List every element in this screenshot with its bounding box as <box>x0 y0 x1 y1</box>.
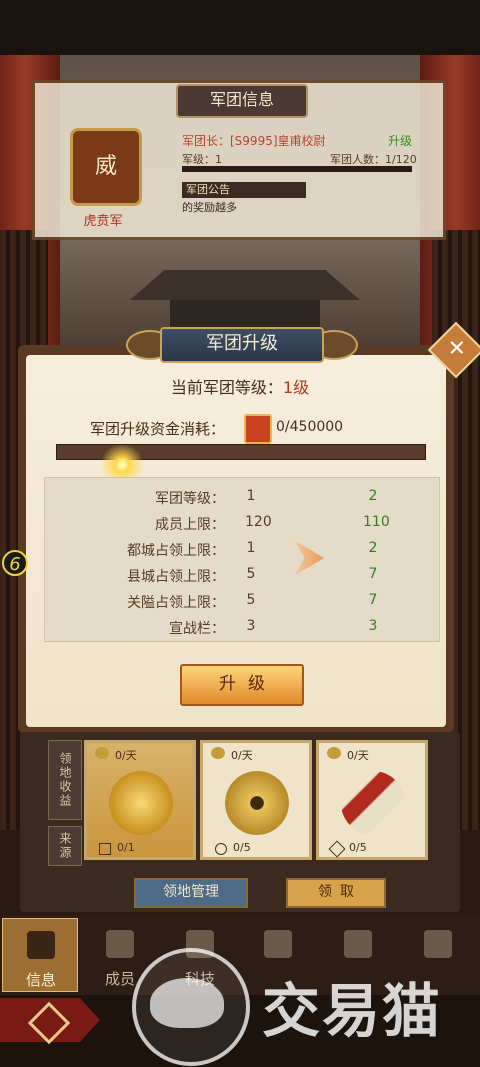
legion-upgrade-link[interactable]: 升级 <box>388 132 412 149</box>
upgrade-button[interactable]: 升级 <box>180 664 304 706</box>
stat-next: 2 <box>368 488 378 504</box>
rate-icon <box>327 747 341 759</box>
notice-tab[interactable]: 军团公告 <box>182 182 306 198</box>
legion-level-label: 军级：1 <box>182 153 222 166</box>
resource-count: 0/1 <box>117 841 135 854</box>
building-icon <box>264 930 292 958</box>
resource-card-coin[interactable]: 0/天 0/5 <box>200 740 312 860</box>
copper-coin-icon <box>225 771 289 835</box>
stat-current: 5 <box>246 566 256 582</box>
current-level-value: 1级 <box>282 378 310 397</box>
stat-next: 7 <box>368 566 378 582</box>
stat-row: 关隘占领上限： 5 7 <box>45 592 439 618</box>
stat-row: 宣战栏： 3 3 <box>45 618 439 644</box>
stat-name: 都城占领上限： <box>127 543 225 559</box>
circle-icon <box>215 843 227 855</box>
cost-value: 0/450000 <box>276 419 344 435</box>
notice-text: 的奖励越多 <box>182 201 237 214</box>
current-level-label: 当前军团等级： <box>170 378 283 397</box>
tab-territory-income[interactable]: 领地收益 <box>48 740 82 820</box>
helmet-icon <box>344 930 372 958</box>
legion-exp-bar <box>182 166 412 172</box>
side-badge[interactable]: 6 <box>2 550 28 576</box>
resource-card-horn[interactable]: 0/天 0/5 <box>316 740 428 860</box>
legion-leader: 军团长：[S9995]皇甫校尉 <box>182 134 326 148</box>
stat-row: 成员上限： 120 110 <box>45 514 439 540</box>
legion-members-label: 军团人数：1/120 <box>330 153 417 166</box>
stat-next: 110 <box>363 514 390 530</box>
resource-card-gold[interactable]: 0/天 0/1 <box>84 740 196 860</box>
close-icon: ✕ <box>447 336 466 362</box>
stat-current: 1 <box>246 488 256 504</box>
members-icon <box>106 930 134 958</box>
fund-scroll-icon <box>244 414 272 444</box>
cost-label: 军团升级资金消耗： <box>90 420 226 438</box>
stat-next: 2 <box>368 540 378 556</box>
dragon-icon <box>424 930 452 958</box>
watermark-cat-face <box>150 978 224 1028</box>
stat-row: 都城占领上限： 1 2 <box>45 540 439 566</box>
current-level-line: 当前军团等级：1级 <box>0 374 480 398</box>
resource-count: 0/5 <box>233 841 251 854</box>
top-dark-strip <box>0 0 480 60</box>
war-horn-icon <box>341 771 405 835</box>
tab-source[interactable]: 来源 <box>48 826 82 866</box>
territory-manage-button[interactable]: 领地管理 <box>134 878 248 908</box>
stat-name: 关隘占领上限： <box>127 595 225 611</box>
stat-row: 县城占领上限： 5 7 <box>45 566 439 592</box>
legion-name: 虎贲军 <box>83 214 123 229</box>
resource-count: 0/5 <box>349 841 367 854</box>
watermark-text: 交易猫 <box>262 977 443 1045</box>
dialog-title: 军团升级 <box>160 327 324 363</box>
nav-info[interactable]: 信息 <box>2 918 78 992</box>
stats-table: 军团等级： 1 2 成员上限： 120 110 都城占领上限： 1 2 县城占领… <box>44 477 440 642</box>
gold-ingots-icon <box>109 771 173 835</box>
stat-current: 3 <box>246 618 256 634</box>
stat-name: 军团等级： <box>155 491 225 507</box>
collect-button[interactable]: 领取 <box>286 878 386 908</box>
stat-name: 县城占领上限： <box>127 569 225 585</box>
resource-rate: 0/天 <box>231 749 253 762</box>
book-icon <box>27 931 55 959</box>
stat-next: 7 <box>368 592 378 608</box>
resource-rate: 0/天 <box>115 749 137 762</box>
nav-label: 信息 <box>25 971 56 989</box>
stat-name: 宣战栏： <box>169 621 225 637</box>
rate-icon <box>95 747 109 759</box>
building-icon <box>99 843 111 855</box>
legion-emblem: 威 <box>70 128 142 206</box>
temple-roof <box>130 270 360 300</box>
resource-rate: 0/天 <box>347 749 369 762</box>
stat-current: 1 <box>246 540 256 556</box>
rate-icon <box>211 747 225 759</box>
stat-name: 成员上限： <box>155 517 225 533</box>
diamond-icon <box>328 840 346 858</box>
stat-current: 120 <box>245 514 272 530</box>
stat-next: 3 <box>368 618 378 634</box>
stat-current: 5 <box>246 592 256 608</box>
stat-row: 军团等级： 1 2 <box>45 488 439 514</box>
legion-info-title: 军团信息 <box>176 84 308 118</box>
